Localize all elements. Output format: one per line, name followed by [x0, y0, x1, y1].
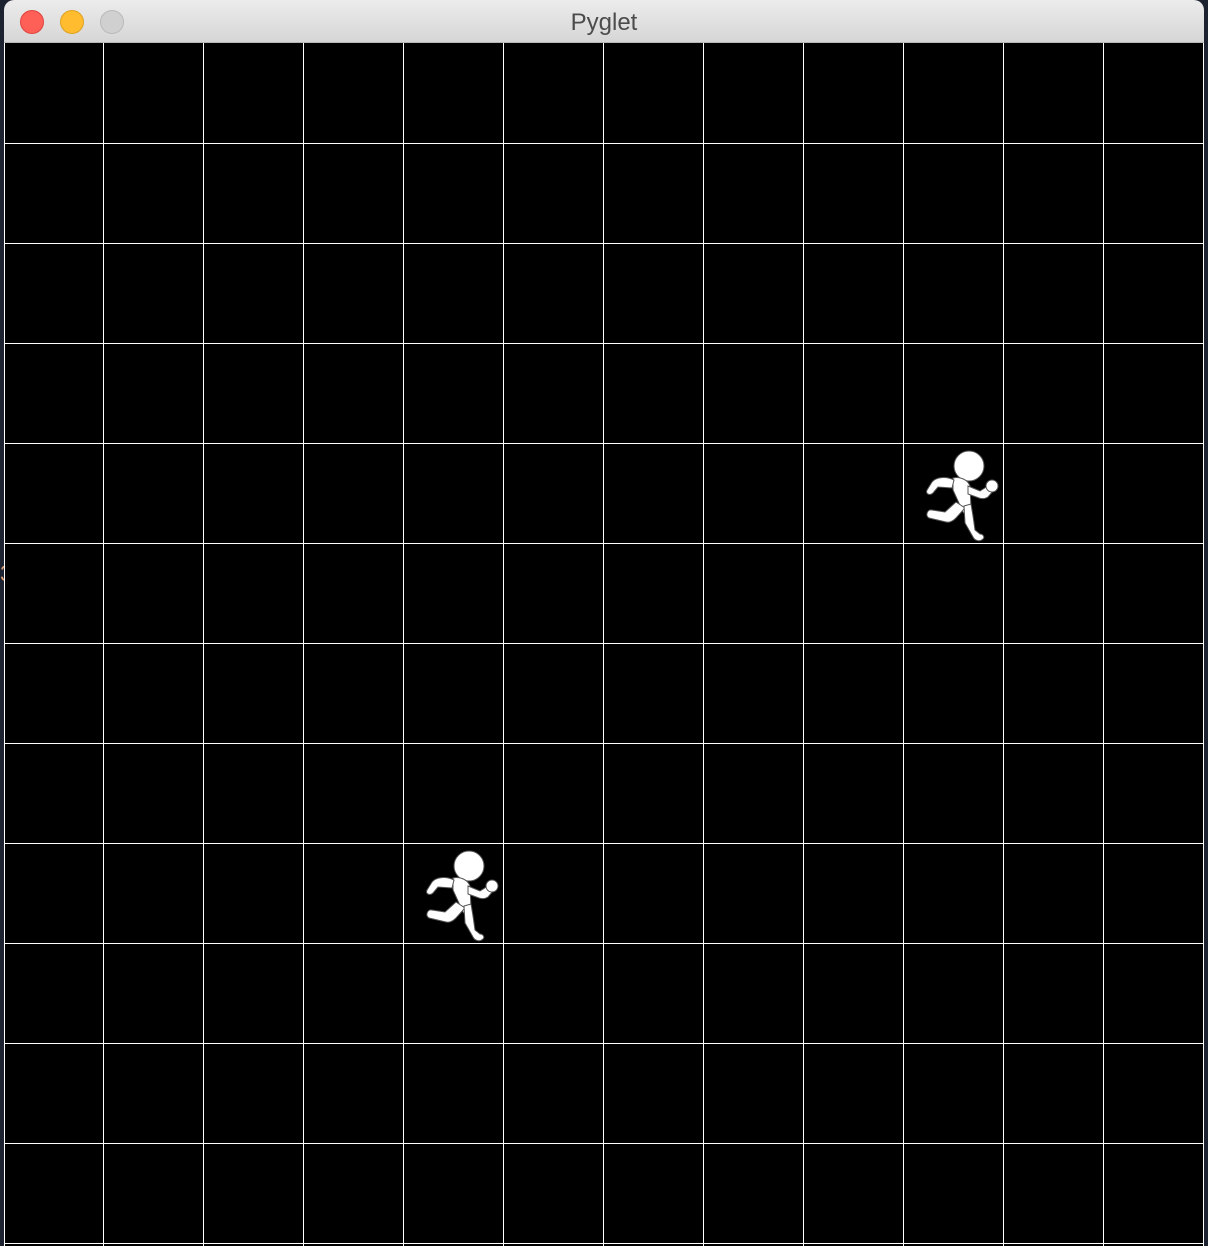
running-man-icon[interactable]	[426, 850, 499, 942]
running-man-icon-part	[426, 901, 466, 923]
pyglet-window: Pyglet	[4, 0, 1204, 1246]
running-man-icon[interactable]	[926, 450, 999, 542]
title-bar[interactable]: Pyglet	[4, 0, 1204, 43]
running-man-icon-part	[426, 877, 455, 895]
running-man-icon-part	[485, 879, 499, 893]
sprite-layer	[426, 450, 999, 942]
running-man-icon-part	[453, 850, 485, 882]
running-man-icon-part	[985, 479, 999, 493]
grid-lines	[4, 43, 1204, 1246]
running-man-icon-part	[926, 477, 955, 495]
running-man-icon-part	[963, 503, 985, 542]
running-man-icon-part	[926, 501, 966, 523]
game-canvas[interactable]	[4, 43, 1204, 1246]
running-man-icon-part	[953, 450, 985, 482]
running-man-icon-part	[463, 903, 485, 942]
window-title: Pyglet	[570, 9, 638, 36]
